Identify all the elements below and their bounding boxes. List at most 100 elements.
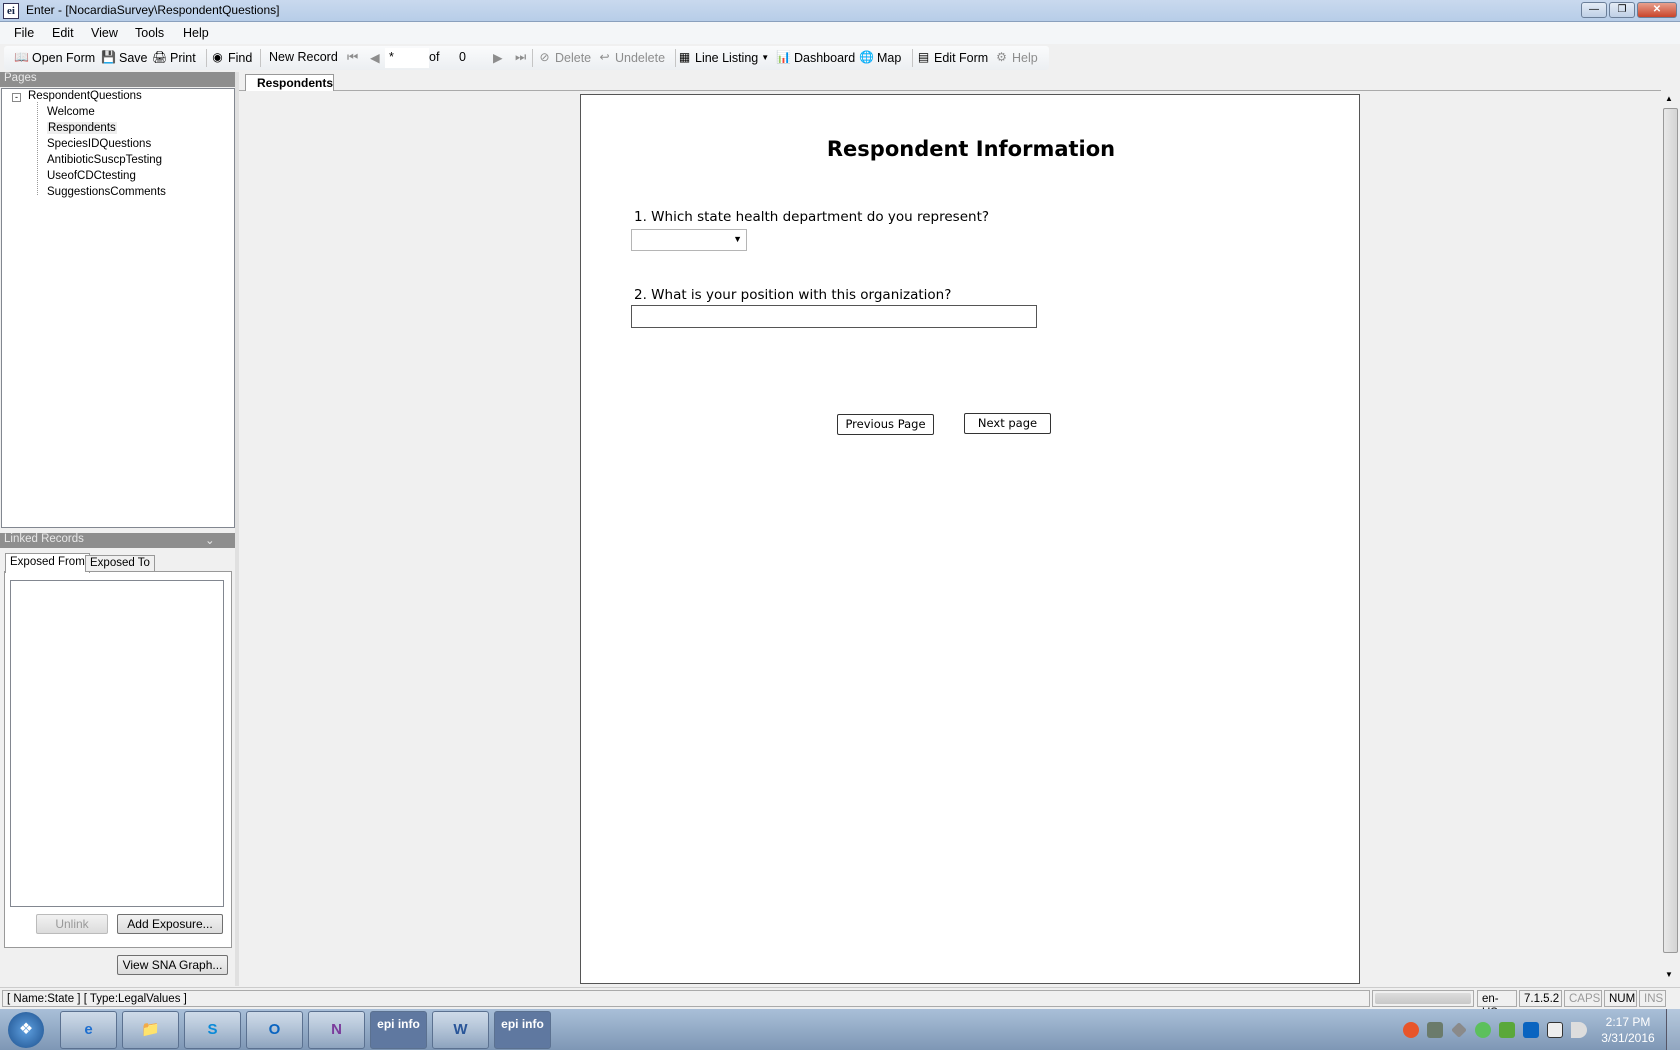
binoculars-icon: ◉ <box>212 50 223 64</box>
undo-icon: ↩ <box>599 50 610 64</box>
linked-records-list[interactable] <box>10 580 224 907</box>
tree-item-speciesid[interactable]: SpeciesIDQuestions <box>47 138 151 150</box>
save-label: Save <box>119 50 148 65</box>
chart-icon: 📊 <box>776 50 791 64</box>
separator <box>675 49 676 67</box>
taskbar-epi-info-icon[interactable]: epi info <box>370 1011 427 1049</box>
clock-time: 2:17 PM <box>1605 1015 1651 1029</box>
add-exposure-button[interactable]: Add Exposure... <box>117 914 223 934</box>
record-number-input[interactable]: * <box>385 48 429 68</box>
next-page-button[interactable]: Next page <box>964 413 1051 434</box>
map-button[interactable]: 🌐 Map <box>859 50 901 65</box>
progress-bar <box>1372 990 1474 1007</box>
network-tray-icon[interactable] <box>1451 1022 1467 1038</box>
last-record-icon[interactable]: ⏭ <box>515 50 526 65</box>
taskbar-skype-icon[interactable]: S <box>184 1011 241 1049</box>
menu-view[interactable]: View <box>91 26 118 40</box>
question-1-label: 1. Which state health department do you … <box>634 209 990 225</box>
state-dropdown[interactable]: ▼ <box>631 229 747 251</box>
form-icon: ▤ <box>917 50 930 64</box>
menu-help[interactable]: Help <box>183 26 209 40</box>
taskbar-epi-info-icon-2[interactable]: epi info <box>494 1011 551 1049</box>
clock[interactable]: 2:17 PM 3/31/2016 <box>1598 1014 1658 1046</box>
tree-item-suggestions[interactable]: SuggestionsComments <box>47 186 166 198</box>
taskbar: ❖ e 📁 S O N epi info W epi info 2:17 PM 3… <box>0 1009 1680 1050</box>
collapse-icon[interactable]: - <box>12 93 21 102</box>
view-sna-graph-button[interactable]: View SNA Graph... <box>117 955 228 975</box>
dropdown-arrow-icon: ▼ <box>761 53 770 62</box>
line-listing-button[interactable]: ▦ Line Listing ▼ <box>677 50 769 65</box>
power-icon[interactable] <box>1427 1022 1443 1038</box>
status-field-info: [ Name:State ] [ Type:LegalValues ] <box>2 990 1370 1007</box>
tab-exposed-to[interactable]: Exposed To <box>85 555 155 572</box>
next-record-icon[interactable]: ▶ <box>493 50 503 65</box>
taskbar-onenote-icon[interactable]: N <box>308 1011 365 1049</box>
security-icon[interactable] <box>1499 1022 1515 1038</box>
edit-form-label: Edit Form <box>934 50 989 65</box>
linked-records-header: Linked Records ⌄ <box>0 533 235 548</box>
first-record-icon[interactable]: ⏮ <box>347 50 358 65</box>
scroll-down-icon[interactable]: ▼ <box>1665 970 1673 979</box>
record-count: 0 <box>459 50 466 64</box>
page-title: Respondent Information <box>826 137 1116 161</box>
taskbar-file-explorer-icon[interactable]: 📁 <box>122 1011 179 1049</box>
update-icon[interactable] <box>1403 1022 1419 1038</box>
title-bar: ei Enter - [NocardiaSurvey\RespondentQue… <box>0 0 1680 22</box>
status-num: NUM <box>1604 990 1637 1007</box>
help-icon: ⚙ <box>996 50 1007 64</box>
of-label: of <box>429 50 440 64</box>
status-ins: INS <box>1639 990 1666 1007</box>
outlook-tray-icon[interactable] <box>1523 1022 1539 1038</box>
scroll-up-icon[interactable]: ▲ <box>1665 94 1673 103</box>
save-button[interactable]: 💾 Save <box>101 50 148 65</box>
taskbar-word-icon[interactable]: W <box>432 1011 489 1049</box>
find-button[interactable]: ◉ Find <box>210 50 252 65</box>
previous-page-button[interactable]: Previous Page <box>837 414 934 435</box>
status-version: 7.1.5.2 <box>1519 990 1562 1007</box>
close-button[interactable]: ✕ <box>1637 2 1677 18</box>
delete-button[interactable]: ⊘ Delete <box>537 50 591 65</box>
print-button[interactable]: 🖨 Print <box>152 50 196 65</box>
pin-icon[interactable]: ⌄ <box>205 533 215 547</box>
volume-muted-icon[interactable] <box>1571 1022 1587 1038</box>
menu-edit[interactable]: Edit <box>52 26 74 40</box>
unlink-button[interactable]: Unlink <box>36 914 108 934</box>
edit-form-button[interactable]: ▤ Edit Form <box>916 50 988 65</box>
tab-exposed-from[interactable]: Exposed From <box>5 553 90 573</box>
print-label: Print <box>170 50 196 65</box>
dashboard-label: Dashboard <box>794 50 856 65</box>
app-icon: ei <box>3 3 19 19</box>
taskbar-outlook-icon[interactable]: O <box>246 1011 303 1049</box>
tab-respondents[interactable]: Respondents <box>245 74 334 91</box>
dashboard-button[interactable]: 📊 Dashboard <box>776 50 855 65</box>
sync-icon[interactable] <box>1475 1022 1491 1038</box>
help-button[interactable]: ⚙ Help <box>994 50 1038 65</box>
tree-item-useofcdc[interactable]: UseofCDCtesting <box>47 170 136 182</box>
minimize-button[interactable]: — <box>1581 2 1607 18</box>
menu-tools[interactable]: Tools <box>135 26 164 40</box>
line-listing-label: Line Listing <box>695 50 759 65</box>
open-form-button[interactable]: 📖 Open Form <box>14 50 95 65</box>
form-canvas: Respondent Information 1. Which state he… <box>580 94 1360 984</box>
undelete-label: Undelete <box>615 50 666 65</box>
save-icon: 💾 <box>101 50 116 64</box>
separator <box>206 49 207 67</box>
undelete-button[interactable]: ↩ Undelete <box>597 50 665 65</box>
new-record-button[interactable]: New Record <box>269 50 338 64</box>
tree-root[interactable]: RespondentQuestions <box>28 90 142 102</box>
taskbar-internet-explorer-icon[interactable]: e <box>60 1011 117 1049</box>
position-input[interactable] <box>631 305 1037 328</box>
show-desktop-button[interactable] <box>1666 1009 1680 1050</box>
tree-item-antibiotic[interactable]: AntibioticSuscpTesting <box>47 154 162 166</box>
tree-item-welcome[interactable]: Welcome <box>47 106 95 118</box>
vertical-scrollbar[interactable]: ▲ ▼ <box>1661 92 1680 984</box>
scrollbar-thumb[interactable] <box>1663 108 1678 953</box>
print-icon: 🖨 <box>152 50 168 64</box>
tree-item-respondents[interactable]: Respondents <box>47 122 117 134</box>
menu-file[interactable]: File <box>14 26 34 40</box>
restore-button[interactable]: ❐ <box>1609 2 1635 18</box>
pages-header: Pages <box>0 72 235 87</box>
start-button[interactable]: ❖ <box>8 1012 44 1048</box>
prev-record-icon[interactable]: ◀ <box>370 50 380 65</box>
network-icon[interactable] <box>1547 1022 1563 1038</box>
